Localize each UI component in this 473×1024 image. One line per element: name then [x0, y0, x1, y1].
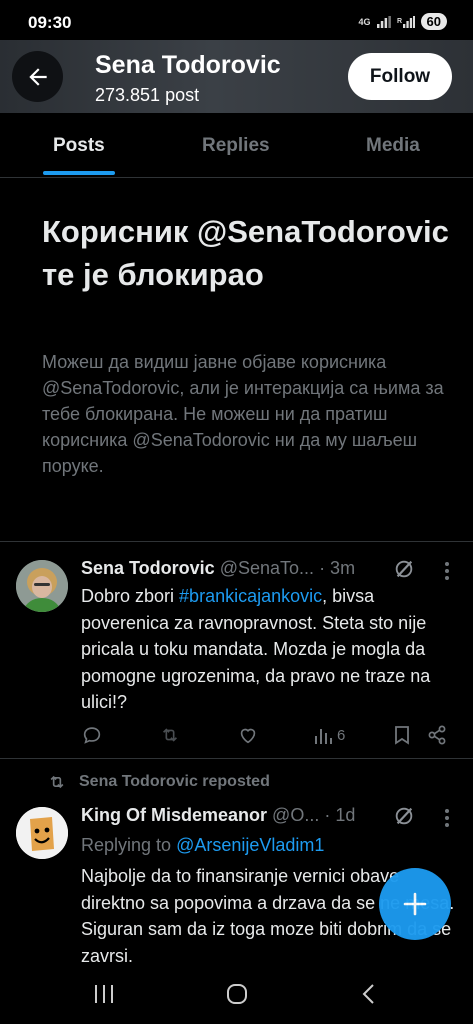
post-author-handle[interactable]: @O...	[272, 805, 319, 825]
share-icon	[428, 725, 446, 745]
retweet-icon	[162, 728, 178, 742]
back-button[interactable]	[12, 51, 63, 102]
grok-icon[interactable]	[393, 558, 415, 580]
grok-icon[interactable]	[393, 805, 415, 827]
tab-media[interactable]: Media	[366, 135, 420, 157]
network-type: 4G	[358, 16, 371, 27]
post-count: 273.851 post	[95, 85, 200, 105]
like-button[interactable]	[237, 724, 259, 746]
avatar-image	[16, 560, 68, 612]
follow-button[interactable]: Follow	[348, 53, 452, 100]
divider	[0, 758, 473, 759]
post-text: Dobro zbori #brankicajankovic, bivsa pov…	[81, 583, 461, 716]
tab-replies[interactable]: Replies	[202, 135, 270, 157]
profile-header: Sena Todorovic 273.851 post Follow	[0, 40, 473, 113]
divider	[0, 541, 473, 542]
chevron-left-icon	[362, 984, 374, 1004]
mention-link[interactable]: @ArsenijeVladim1	[176, 835, 324, 855]
post-header: King Of Misdemeanor @O... · 1d	[81, 805, 355, 826]
bookmark-button[interactable]	[392, 724, 412, 746]
plus-icon	[403, 892, 427, 916]
profile-tabs: Posts Replies Media	[0, 113, 473, 178]
views-count: 6	[337, 726, 346, 744]
post-author-handle[interactable]: @SenaTo...	[220, 558, 314, 578]
avatar-image	[16, 807, 68, 859]
status-time: 09:30	[28, 13, 72, 32]
arrow-left-icon	[28, 67, 47, 86]
views-icon	[315, 729, 332, 744]
active-tab-indicator	[43, 171, 115, 175]
avatar[interactable]	[16, 560, 68, 612]
tab-posts[interactable]: Posts	[53, 135, 105, 157]
blocked-title: Корисник @SenaTodorovic те је блокирао	[42, 214, 449, 292]
post-actions: 6	[0, 724, 473, 750]
post-text-start: Dobro zbori	[81, 586, 180, 606]
post-author-name[interactable]: King Of Misdemeanor	[81, 805, 267, 825]
svg-text:R: R	[397, 18, 402, 25]
more-vertical-icon[interactable]	[439, 560, 455, 582]
hashtag-link[interactable]: #brankicajankovic	[179, 586, 322, 606]
profile-name: Sena Todorovic	[95, 51, 281, 79]
post-header: Sena Todorovic @SenaTo... · 3m	[81, 558, 355, 579]
heart-icon	[240, 728, 256, 744]
avatar[interactable]	[16, 807, 68, 859]
status-icons: 4G R 60	[359, 13, 447, 30]
status-bar: 09:30 4G R 60	[0, 0, 473, 44]
bookmark-icon	[395, 726, 409, 745]
recent-apps-icon	[95, 985, 113, 1003]
post-author-name[interactable]: Sena Todorovic	[81, 558, 215, 578]
post-time: · 1d	[324, 805, 356, 825]
system-nav-bar	[0, 965, 473, 1024]
retweet-button[interactable]	[159, 724, 181, 746]
retweet-icon	[50, 775, 64, 789]
blocked-description: Можеш да видиш јавне објаве корисника @S…	[42, 352, 444, 476]
recent-apps-button[interactable]	[89, 981, 119, 1007]
repost-indicator: Sena Todorovic reposted	[47, 772, 270, 792]
post-time: · 3m	[319, 558, 356, 578]
reply-button[interactable]	[81, 724, 103, 746]
share-button[interactable]	[427, 724, 447, 746]
compose-button[interactable]	[379, 868, 451, 940]
more-vertical-icon[interactable]	[439, 807, 455, 829]
signal-icon	[376, 15, 391, 28]
repost-label: Sena Todorovic reposted	[79, 773, 270, 790]
reply-icon	[83, 727, 101, 744]
replying-prefix: Replying to	[81, 835, 177, 855]
views-button[interactable]: 6	[313, 724, 345, 746]
system-back-button[interactable]	[354, 981, 384, 1007]
home-button[interactable]	[222, 981, 252, 1007]
signal-roaming-icon: R	[397, 15, 415, 28]
battery-indicator: 60	[420, 13, 447, 30]
replying-to: Replying to @ArsenijeVladim1	[81, 832, 461, 859]
home-circle-icon	[227, 984, 247, 1004]
